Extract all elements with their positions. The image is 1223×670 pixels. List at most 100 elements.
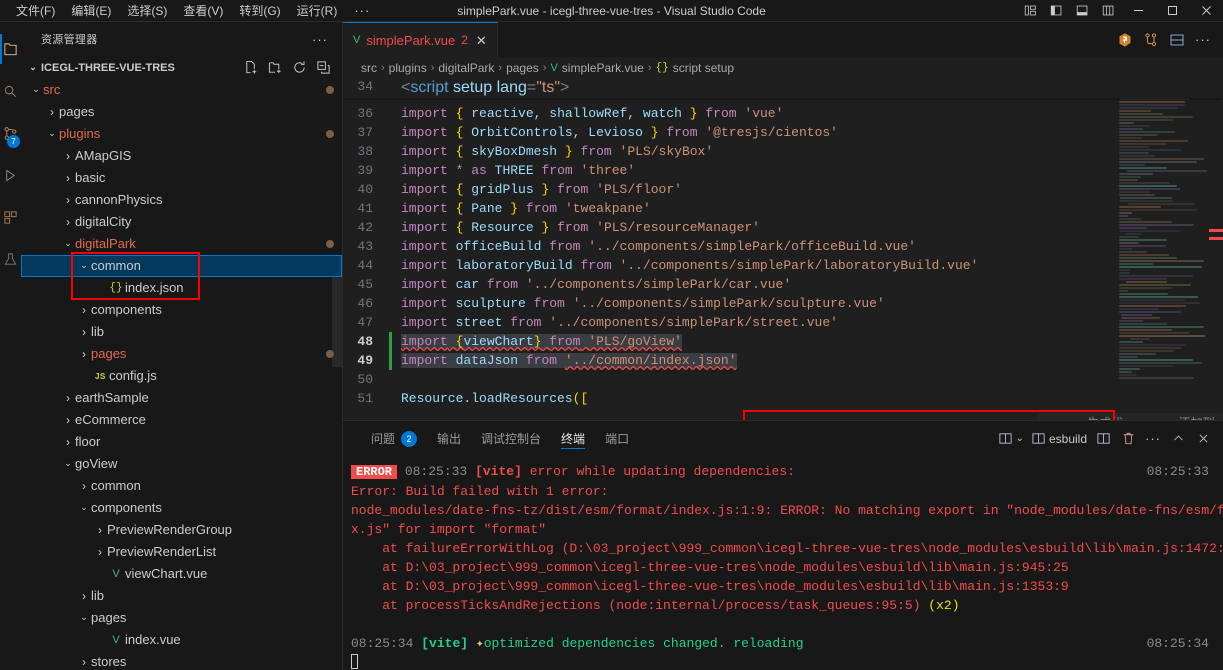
refresh-icon[interactable] xyxy=(288,58,310,78)
terminal-output[interactable]: ERROR 08:25:33 [vite] error while updati… xyxy=(343,456,1223,670)
tree-item-index-vue[interactable]: Vindex.vue xyxy=(21,629,342,651)
menu-run[interactable]: 运行(R) xyxy=(289,1,346,21)
tree-item-previewrendergroup[interactable]: › PreviewRenderGroup xyxy=(21,519,342,541)
breadcrumb-symbol[interactable]: script setup xyxy=(673,61,734,75)
tree-item-digitalpark[interactable]: ⌄ digitalPark xyxy=(21,233,342,255)
code-line-50[interactable]: 50 xyxy=(343,370,1223,389)
breadcrumb-plugins[interactable]: plugins xyxy=(389,61,427,75)
tree-item-common[interactable]: ⌄ common xyxy=(21,254,342,277)
tree-item-basic[interactable]: › basic xyxy=(21,167,342,189)
sidebar-scrollbar[interactable] xyxy=(332,277,342,367)
code-line-40[interactable]: 40 import { gridPlus } from 'PLS/floor' xyxy=(343,180,1223,199)
activity-explorer[interactable] xyxy=(0,28,21,70)
window-close-button[interactable] xyxy=(1189,0,1223,22)
inline-ai-hint[interactable]: Alt+I 生成代码， Ctrl+I 添加到对话 xyxy=(1037,413,1223,420)
window-minimize-button[interactable] xyxy=(1121,0,1155,22)
breadcrumb-digitalpark[interactable]: digitalPark xyxy=(438,61,494,75)
tab-close-icon[interactable]: ✕ xyxy=(476,34,487,47)
split-terminal-dropdown-icon[interactable]: ⌄ xyxy=(995,427,1027,451)
tree-item-earthsample[interactable]: › earthSample xyxy=(21,387,342,409)
code-line-42[interactable]: 42 import { Resource } from 'PLS/resource… xyxy=(343,218,1223,237)
tree-item-pages[interactable]: ⌄ pages xyxy=(21,607,342,629)
toggle-primary-sidebar-icon[interactable] xyxy=(1043,0,1069,22)
customize-layout-icon[interactable] xyxy=(1017,0,1043,22)
tree-item-common[interactable]: › common xyxy=(21,475,342,497)
code-line-37[interactable]: 37 import { OrbitControls, Levioso } from… xyxy=(343,123,1223,142)
tree-item-lib[interactable]: › lib xyxy=(21,321,342,343)
tree-item-index-json[interactable]: {} index.json xyxy=(21,277,342,299)
code-line-38[interactable]: 38 import { skyBoxDmesh } from 'PLS/skyBo… xyxy=(343,142,1223,161)
activity-source-control[interactable]: 7 xyxy=(0,112,21,154)
tree-item-components[interactable]: › components xyxy=(21,299,342,321)
trash-icon[interactable] xyxy=(1116,427,1140,451)
breadcrumb-pages[interactable]: pages xyxy=(506,61,539,75)
split-terminal-icon[interactable] xyxy=(1091,427,1115,451)
explorer-more-icon[interactable]: ··· xyxy=(306,32,334,47)
new-folder-icon[interactable] xyxy=(264,58,286,78)
collapse-all-icon[interactable] xyxy=(312,58,334,78)
copilot-icon[interactable] xyxy=(1113,28,1137,52)
split-editor-right-icon[interactable] xyxy=(1165,28,1189,52)
code-line-45[interactable]: 45 import car from '../components/simpleP… xyxy=(343,275,1223,294)
tab-terminal[interactable]: 终端 xyxy=(551,421,595,456)
activity-testing[interactable] xyxy=(0,238,21,280)
split-editor-icon[interactable] xyxy=(1139,28,1163,52)
panel-more-actions-icon[interactable]: ··· xyxy=(1141,427,1165,451)
tree-item-lib[interactable]: › lib xyxy=(21,585,342,607)
tab-debug-console[interactable]: 调试控制台 xyxy=(471,421,551,456)
tree-item-components[interactable]: ⌄ components xyxy=(21,497,342,519)
code-line-43[interactable]: 43 import officeBuild from '../components… xyxy=(343,237,1223,256)
activity-run-debug[interactable] xyxy=(0,154,21,196)
tree-item-previewrenderlist[interactable]: › PreviewRenderList xyxy=(21,541,342,563)
close-panel-icon[interactable] xyxy=(1191,427,1215,451)
maximize-panel-icon[interactable] xyxy=(1166,427,1190,451)
tree-item-ecommerce[interactable]: › eCommerce xyxy=(21,409,342,431)
menu-overflow-icon[interactable]: ··· xyxy=(345,3,379,18)
menu-view[interactable]: 查看(V) xyxy=(175,1,231,21)
tree-item-src[interactable]: ⌄ src xyxy=(21,79,342,101)
new-file-icon[interactable] xyxy=(240,58,262,78)
tree-item-cannonphysics[interactable]: › cannonPhysics xyxy=(21,189,342,211)
code-line-47[interactable]: 47 import street from '../components/simp… xyxy=(343,313,1223,332)
toggle-secondary-sidebar-icon[interactable] xyxy=(1095,0,1121,22)
tree-item-viewchart-vue[interactable]: VviewChart.vue xyxy=(21,563,342,585)
tree-item-pages[interactable]: › pages xyxy=(21,343,342,365)
code-line-46[interactable]: 46 import sculpture from '../components/s… xyxy=(343,294,1223,313)
code-line-49[interactable]: 49 import dataJson from '../common/index.… xyxy=(343,351,1223,370)
sticky-scroll-line[interactable]: 34 <script setup lang="ts"> xyxy=(343,79,1223,98)
tab-simplepark-vue[interactable]: V simplePark.vue 2 ✕ xyxy=(343,22,498,57)
tree-item-floor[interactable]: › floor xyxy=(21,431,342,453)
menu-edit[interactable]: 编辑(E) xyxy=(63,1,119,21)
tree-item-pages[interactable]: › pages xyxy=(21,101,342,123)
workspace-root-row[interactable]: ⌄ ICEGL-THREE-VUE-TRES xyxy=(21,57,342,79)
code-line-39[interactable]: 39 import * as THREE from 'three' xyxy=(343,161,1223,180)
breadcrumb-file[interactable]: simplePark.vue xyxy=(562,61,644,75)
tab-output[interactable]: 输出 xyxy=(427,421,471,456)
breadcrumb-src[interactable]: src xyxy=(361,61,377,75)
toggle-panel-icon[interactable] xyxy=(1069,0,1095,22)
window-maximize-button[interactable] xyxy=(1155,0,1189,22)
minimap[interactable] xyxy=(1115,79,1209,420)
menu-file[interactable]: 文件(F) xyxy=(8,1,63,21)
menu-selection[interactable]: 选择(S) xyxy=(119,1,175,21)
activity-extensions[interactable] xyxy=(0,196,21,238)
tab-ports[interactable]: 端口 xyxy=(595,421,639,456)
tab-problems[interactable]: 问题 2 xyxy=(361,421,427,456)
code-line-48[interactable]: 48 import {viewChart} from 'PLS/goView' xyxy=(343,332,1223,351)
editor-scrollbar[interactable] xyxy=(1209,79,1223,420)
tree-item-config-js[interactable]: JS config.js xyxy=(21,365,342,387)
tree-item-plugins[interactable]: ⌄ plugins xyxy=(21,123,342,145)
code-line-44[interactable]: 44 import laboratoryBuild from '../compon… xyxy=(343,256,1223,275)
file-tree[interactable]: ⌄ src › pages ⌄ plugins › AMapGIS › basic › cannonP… xyxy=(21,79,342,670)
activity-search[interactable] xyxy=(0,70,21,112)
tree-item-amapgis[interactable]: › AMapGIS xyxy=(21,145,342,167)
code-editor[interactable]: 36 import { reactive, shallowRef, watch }… xyxy=(343,79,1223,420)
code-line-36[interactable]: 36 import { reactive, shallowRef, watch }… xyxy=(343,104,1223,123)
code-line-51[interactable]: 51 Resource.loadResources([ xyxy=(343,389,1223,408)
tree-item-digitalcity[interactable]: › digitalCity xyxy=(21,211,342,233)
code-line-41[interactable]: 41 import { Pane } from 'tweakpane' xyxy=(343,199,1223,218)
menu-go[interactable]: 转到(G) xyxy=(231,1,288,21)
tree-item-stores[interactable]: › stores xyxy=(21,651,342,670)
terminal-instance-esbuild[interactable]: esbuild xyxy=(1028,427,1090,451)
more-actions-icon[interactable]: ··· xyxy=(1191,28,1215,52)
